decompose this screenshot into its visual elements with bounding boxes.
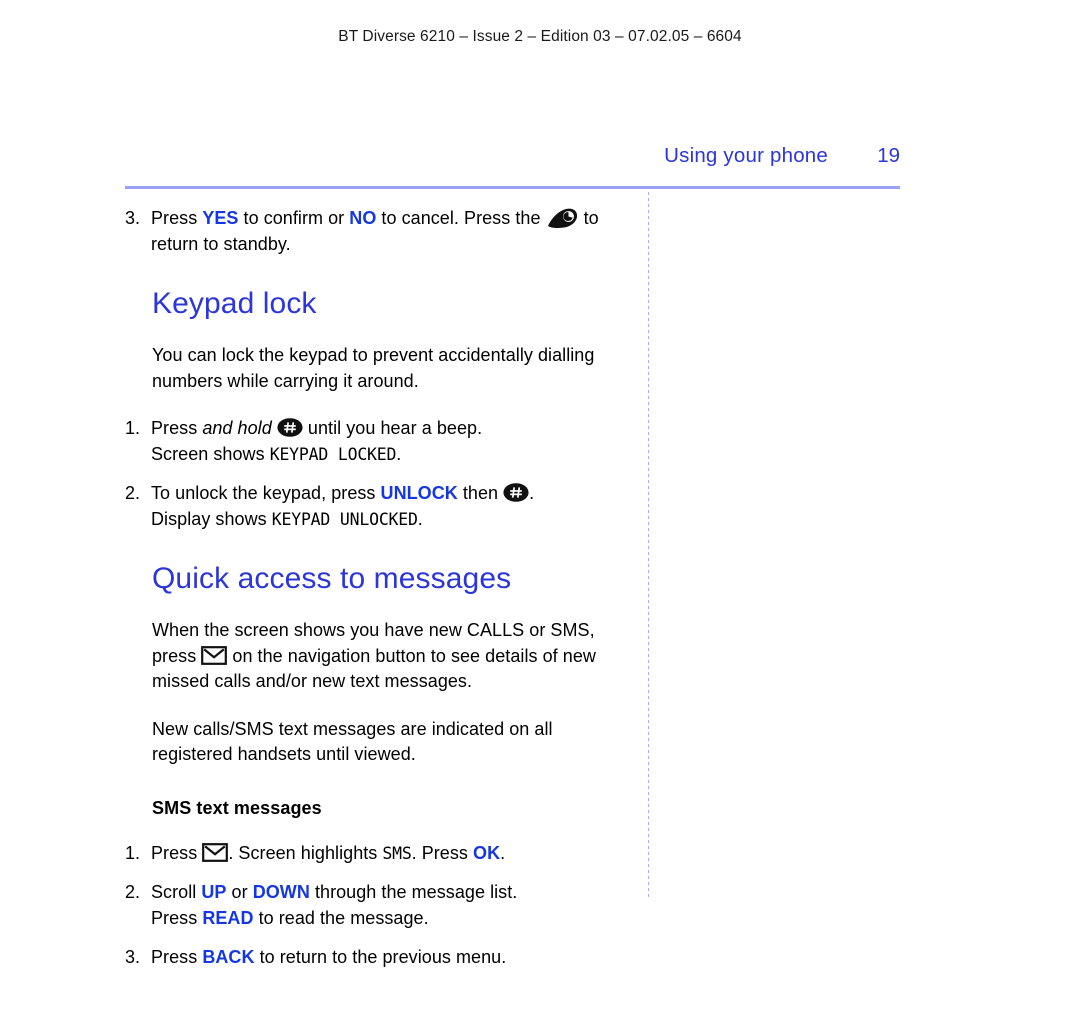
text-line: missed calls and/or new text messages.	[152, 671, 473, 691]
list-item: 2. Scroll UP or DOWN through the message…	[125, 880, 635, 931]
list-item: 3. Press YES to confirm or NO to cancel.…	[125, 206, 635, 257]
text-line: You can lock the keypad to prevent accid…	[152, 345, 595, 365]
screen-text-sms: SMS	[382, 843, 412, 863]
list-item: 1. Press . Screen highlights SMS. Press …	[125, 841, 635, 867]
key-label-read: READ	[202, 907, 254, 928]
chapter-title: Using your phone	[664, 144, 828, 167]
text-run: Press	[151, 907, 203, 928]
text-run: press	[152, 645, 202, 666]
list-item-number: 2.	[125, 882, 141, 902]
key-label-unlock: UNLOCK	[380, 483, 458, 503]
text-run: Scroll	[151, 882, 202, 902]
page-number: 19	[877, 144, 900, 167]
key-label-no: NO	[349, 208, 377, 228]
running-header: BT Diverse 6210 – Issue 2 – Edition 03 –…	[338, 28, 742, 45]
key-label-yes: YES	[202, 208, 239, 228]
text-run: to cancel. Press the	[376, 208, 546, 228]
subsection-heading-sms-text-messages: SMS text messages	[152, 797, 322, 818]
list-item-text: Scroll UP or DOWN through the message li…	[151, 880, 635, 931]
text-line: numbers while carrying it around.	[152, 370, 419, 391]
list-item: 3. Press BACK to return to the previous …	[125, 945, 635, 971]
list-item-text-line2: Display shows KEYPAD UNLOCKED.	[151, 507, 635, 533]
text-run: . Screen highlights	[228, 842, 383, 863]
text-run: Display shows	[151, 508, 272, 529]
key-label-up: UP	[201, 882, 227, 902]
list-item: 1. Press and hold until you hear a beep.…	[125, 416, 635, 467]
section-heading-keypad-lock: Keypad lock	[152, 287, 317, 320]
text-run: to	[578, 208, 599, 228]
text-run: Screen shows	[151, 443, 270, 464]
text-run: .	[417, 508, 423, 529]
emphasis-and-hold: and hold	[202, 418, 272, 438]
screen-text-keypad-unlocked: KEYPAD UNLOCKED	[271, 509, 418, 529]
text-run: .	[529, 483, 535, 503]
text-run: Press	[151, 418, 203, 438]
list-item-number: 1.	[125, 418, 141, 438]
text-run: until you hear a beep.	[302, 418, 483, 438]
text-run: then	[457, 483, 504, 503]
key-label-down: DOWN	[252, 882, 310, 902]
section-heading-quick-access: Quick access to messages	[152, 562, 512, 595]
list-item-number: 1.	[125, 842, 141, 863]
list-item-text-line2: return to standby.	[151, 233, 291, 254]
key-label-ok: OK	[473, 842, 501, 863]
header-rule	[125, 186, 900, 189]
text-run: .	[500, 842, 506, 863]
list-item-text: Press BACK to return to the previous men…	[151, 945, 635, 971]
list-item-text-line2: Press READ to read the message.	[151, 906, 635, 932]
text-run: to confirm or	[238, 208, 350, 228]
text-line: When the screen shows you have new CALLS…	[152, 620, 595, 640]
paragraph-quick-access-2: New calls/SMS text messages are indicate…	[152, 717, 635, 768]
envelope-icon	[202, 842, 229, 862]
content-column: 3. Press YES to confirm or NO to cancel.…	[125, 206, 635, 971]
text-run: To unlock the keypad, press	[151, 483, 381, 503]
text-run: Press	[151, 208, 203, 228]
text-run: to return to the previous menu.	[254, 947, 507, 967]
text-run: .	[396, 443, 402, 464]
text-run: on the navigation button to see details …	[227, 645, 596, 666]
text-run: through the message list.	[309, 882, 518, 902]
list-item: 2. To unlock the keypad, press UNLOCK th…	[125, 481, 635, 532]
paragraph-quick-access-1: When the screen shows you have new CALLS…	[152, 618, 635, 695]
list-item-text: Press . Screen highlights SMS. Press OK.	[151, 841, 635, 867]
text-run: Press	[151, 947, 203, 967]
list-item-text: Press YES to confirm or NO to cancel. Pr…	[151, 206, 635, 257]
text-run: or	[226, 882, 253, 902]
text-line: registered handsets until viewed.	[152, 744, 416, 764]
text-line: New calls/SMS text messages are indicate…	[152, 718, 553, 739]
handset-icon	[546, 207, 579, 229]
list-item-text: Press and hold until you hear a beep. Sc…	[151, 416, 635, 467]
column-divider	[648, 192, 649, 900]
text-run: Press	[151, 842, 203, 863]
list-item-number: 2.	[125, 483, 141, 503]
list-item-text-line2: Screen shows KEYPAD LOCKED.	[151, 442, 635, 468]
list-item-text: To unlock the keypad, press UNLOCK then …	[151, 481, 635, 532]
envelope-icon	[201, 645, 228, 665]
text-run: . Press	[411, 842, 474, 863]
list-item-number: 3.	[125, 208, 141, 228]
screen-text-keypad-locked: KEYPAD LOCKED	[269, 444, 397, 464]
text-run: to read the message.	[253, 907, 429, 928]
paragraph-keypad-lock-intro: You can lock the keypad to prevent accid…	[152, 343, 635, 394]
list-item-number: 3.	[125, 947, 141, 967]
hash-key-icon	[277, 418, 303, 437]
chapter-header: Using your phone 19	[125, 144, 900, 168]
key-label-back: BACK	[202, 947, 255, 967]
hash-key-icon	[503, 483, 529, 502]
